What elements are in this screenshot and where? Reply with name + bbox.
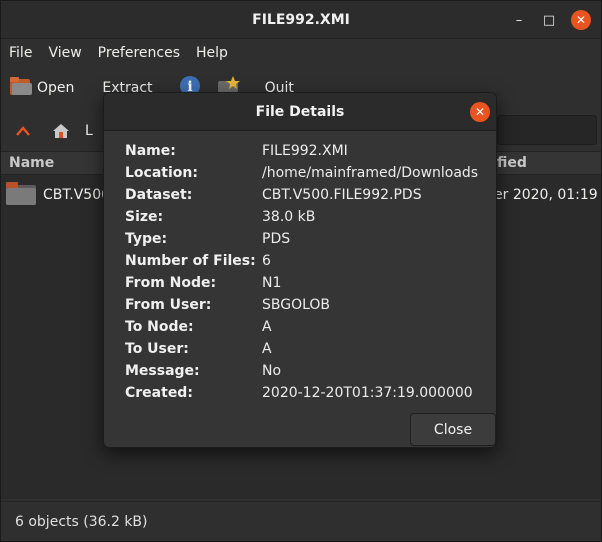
detail-label: To Node: [125, 319, 194, 335]
up-arrow-icon[interactable] [9, 117, 37, 145]
menu-preferences[interactable]: Preferences [90, 45, 188, 61]
detail-label: From User: [125, 297, 212, 313]
detail-label: Created: [125, 385, 193, 401]
detail-value: 6 [262, 253, 271, 269]
home-icon[interactable] [47, 117, 75, 145]
column-modified[interactable]: fied [497, 155, 527, 171]
file-modified: er 2020, 01:19 [494, 187, 598, 203]
detail-row-location: Location: /home/mainframed/Downloads [125, 162, 495, 184]
menu-bar: File View Preferences Help [1, 39, 601, 67]
detail-label: Dataset: [125, 187, 193, 203]
menu-help[interactable]: Help [188, 45, 236, 61]
dialog-close-icon[interactable]: ✕ [470, 102, 490, 122]
file-details-dialog: File Details ✕ Name: FILE992.XMI Locatio… [103, 92, 497, 448]
detail-value: A [262, 341, 272, 357]
detail-row-to-node: To Node: A [125, 316, 495, 338]
detail-row-from-node: From Node: N1 [125, 272, 495, 294]
detail-label: Location: [125, 165, 198, 181]
status-bar: 6 objects (36.2 kB) [1, 501, 601, 541]
detail-value: CBT.V500.FILE992.PDS [262, 187, 422, 203]
detail-label: From Node: [125, 275, 217, 291]
detail-value: FILE992.XMI [262, 143, 348, 159]
minimize-button[interactable]: – [509, 10, 529, 30]
detail-label: Type: [125, 231, 168, 247]
column-name[interactable]: Name [9, 155, 54, 171]
title-bar: FILE992.XMI – □ ✕ [1, 1, 601, 39]
open-label: Open [37, 80, 75, 96]
detail-label: To User: [125, 341, 189, 357]
location-field[interactable] [497, 115, 597, 145]
detail-row-size: Size: 38.0 kB [125, 206, 495, 228]
menu-file[interactable]: File [1, 45, 40, 61]
detail-value: SBGOLOB [262, 297, 331, 313]
detail-row-dataset: Dataset: CBT.V500.FILE992.PDS [125, 184, 495, 206]
detail-row-to-user: To User: A [125, 338, 495, 360]
detail-row-type: Type: PDS [125, 228, 495, 250]
detail-value: N1 [262, 275, 282, 291]
detail-row-number-of-files: Number of Files: 6 [125, 250, 495, 272]
detail-value: PDS [262, 231, 291, 247]
status-text: 6 objects (36.2 kB) [15, 513, 148, 530]
detail-label: Size: [125, 209, 164, 225]
open-button[interactable]: Open [9, 67, 74, 109]
file-name: CBT.V500 [43, 187, 111, 203]
maximize-button[interactable]: □ [539, 10, 559, 30]
detail-row-from-user: From User: SBGOLOB [125, 294, 495, 316]
detail-label: Message: [125, 363, 200, 379]
detail-row-message: Message: No [125, 360, 495, 382]
detail-value: /home/mainframed/Downloads [262, 165, 479, 181]
close-button[interactable]: Close [410, 413, 496, 446]
close-window-button[interactable]: ✕ [571, 10, 591, 30]
detail-value: No [262, 363, 282, 379]
detail-label: Name: [125, 143, 176, 159]
window-title: FILE992.XMI [252, 11, 350, 28]
dialog-title: File Details [104, 93, 496, 131]
folder-open-icon [9, 75, 33, 101]
detail-label: Number of Files: [125, 253, 256, 269]
detail-row-name: Name: FILE992.XMI [125, 140, 495, 162]
detail-value: 38.0 kB [262, 209, 316, 225]
menu-view[interactable]: View [40, 45, 89, 61]
detail-row-created: Created: 2020-12-20T01:37:19.000000 [125, 382, 495, 404]
folder-icon [5, 179, 37, 211]
dialog-title-text: File Details [255, 103, 345, 120]
detail-value: A [262, 319, 272, 335]
location-label-partial: L [85, 123, 93, 139]
detail-value: 2020-12-20T01:37:19.000000 [262, 385, 473, 401]
